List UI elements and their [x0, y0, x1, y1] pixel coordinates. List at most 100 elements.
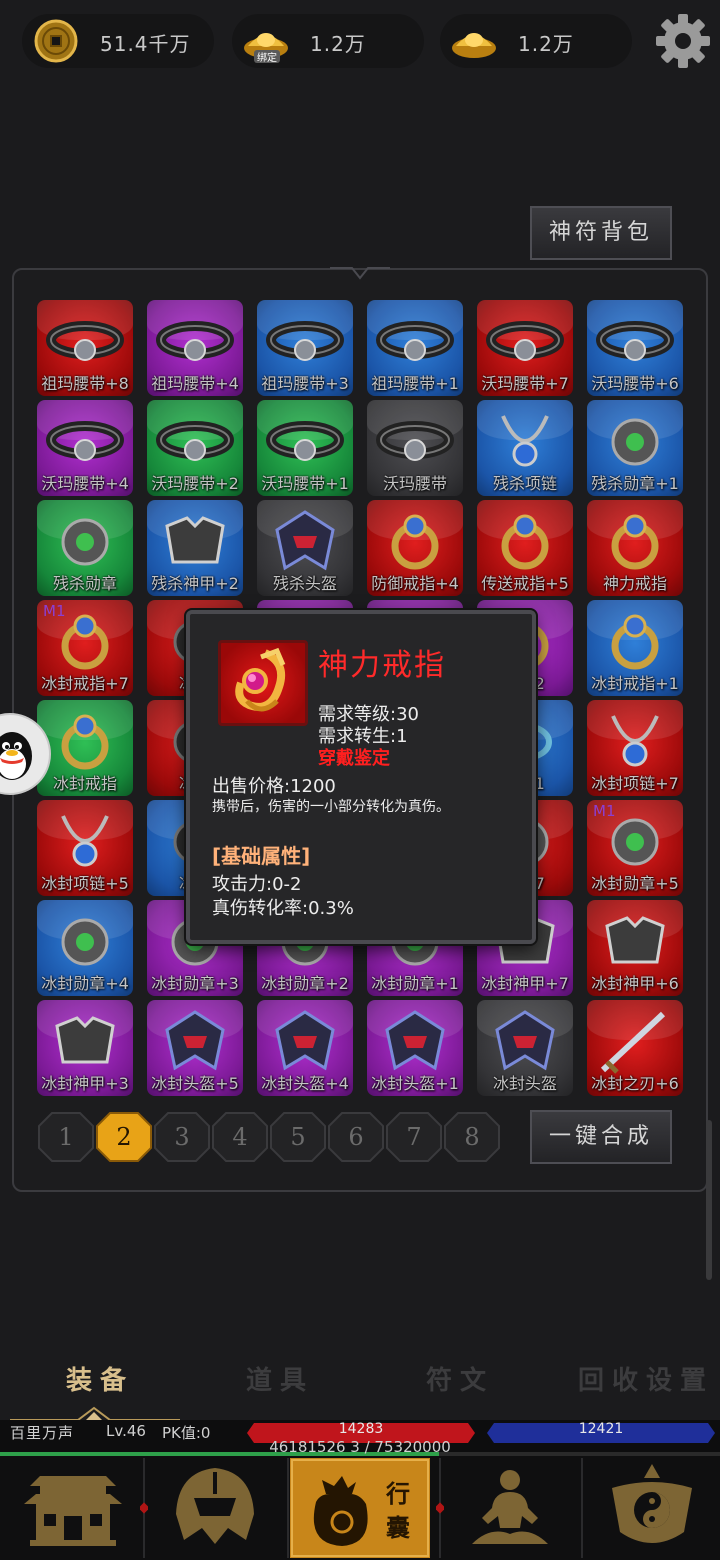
- nav-separator: [140, 1458, 148, 1558]
- nav-taiji[interactable]: [588, 1458, 716, 1558]
- one-click-merge-button[interactable]: 一键合成: [530, 1110, 672, 1164]
- equipment-icon: [486, 321, 564, 361]
- nav-city[interactable]: [10, 1458, 136, 1558]
- item-name: 沃玛腰带+7: [481, 374, 569, 393]
- equipment-icon: [61, 918, 109, 966]
- item-slot[interactable]: 残杀项链: [477, 400, 573, 496]
- item-slot[interactable]: 冰封神甲+6: [587, 900, 683, 996]
- tab-0[interactable]: 装备: [66, 1360, 134, 1397]
- bound-gold-ingot-icon: 绑定: [244, 33, 288, 64]
- equipment-icon: [376, 321, 454, 361]
- equipment-icon: [605, 916, 665, 964]
- item-slot[interactable]: 冰封头盔+4: [257, 1000, 353, 1096]
- item-slot[interactable]: 祖玛腰带+8: [37, 300, 133, 396]
- item-name: 冰封神甲+6: [591, 974, 679, 993]
- equipment-icon: [501, 514, 549, 570]
- page-button-4[interactable]: 4: [212, 1112, 268, 1162]
- item-slot[interactable]: 沃玛腰带+7: [477, 300, 573, 396]
- item-slot[interactable]: 传送戒指+5: [477, 500, 573, 596]
- item-name: 冰封头盔+5: [151, 1074, 239, 1093]
- page-number: 6: [348, 1123, 364, 1151]
- settings-gear-icon[interactable]: [652, 10, 714, 72]
- item-name: 冰封勋章+2: [261, 974, 349, 993]
- equipment-icon: [385, 1010, 445, 1071]
- item-name: 沃玛腰带+2: [151, 474, 239, 493]
- page-button-1[interactable]: 1: [38, 1112, 94, 1162]
- bound-gold-value: 1.2万: [310, 32, 366, 56]
- item-slot[interactable]: 冰封头盔+1: [367, 1000, 463, 1096]
- nav-bag[interactable]: 行 囊: [290, 1458, 430, 1558]
- item-name: 冰封勋章+5: [591, 874, 679, 893]
- qq-float-icon[interactable]: [0, 706, 52, 802]
- item-name: 神力戒指: [602, 574, 667, 593]
- equipment-icon: [596, 321, 674, 361]
- item-slot[interactable]: 沃玛腰带+2: [147, 400, 243, 496]
- item-slot[interactable]: 残杀神甲+2: [147, 500, 243, 596]
- item-name: 沃玛腰带+4: [41, 474, 129, 493]
- item-slot[interactable]: 祖玛腰带+1: [367, 300, 463, 396]
- nav-cultivation[interactable]: [446, 1458, 574, 1558]
- page-button-7[interactable]: 7: [386, 1112, 442, 1162]
- item-name: 冰封头盔+1: [371, 1074, 459, 1093]
- item-slot[interactable]: 残杀头盔: [257, 500, 353, 596]
- tooltip-price: 出售价格:1200: [212, 776, 336, 797]
- item-name: 冰封戒指+1: [591, 674, 679, 693]
- page-number: 5: [290, 1123, 306, 1151]
- tab-3[interactable]: 回收设置: [578, 1360, 714, 1397]
- item-slot[interactable]: 防御戒指+4: [367, 500, 463, 596]
- item-slot[interactable]: 冰封头盔: [477, 1000, 573, 1096]
- tooltip-attr-header: [基础属性]: [212, 844, 311, 868]
- item-slot[interactable]: 残杀勋章: [37, 500, 133, 596]
- bag-icon: 行 囊: [290, 1458, 430, 1558]
- item-name: 冰封勋章+3: [151, 974, 239, 993]
- item-mark-tag: M1: [593, 802, 616, 820]
- item-name: 冰封神甲+3: [41, 1074, 129, 1093]
- item-slot[interactable]: 残杀勋章+1: [587, 400, 683, 496]
- gold-currency: 1.2万: [440, 14, 632, 68]
- equipment-icon: [495, 1010, 555, 1071]
- item-slot[interactable]: 冰封项链+5: [37, 800, 133, 896]
- item-slot[interactable]: 冰封勋章+4: [37, 900, 133, 996]
- nav-character[interactable]: [150, 1458, 280, 1558]
- page-button-2[interactable]: 2: [96, 1112, 152, 1162]
- rune-bag-button[interactable]: 神符背包: [530, 206, 672, 260]
- item-slot[interactable]: 祖玛腰带+4: [147, 300, 243, 396]
- equipment-icon: [275, 1010, 335, 1071]
- page-button-5[interactable]: 5: [270, 1112, 326, 1162]
- bound-tag: 绑定: [257, 51, 277, 64]
- item-slot[interactable]: 沃玛腰带+4: [37, 400, 133, 496]
- item-slot[interactable]: 冰封项链+7: [587, 700, 683, 796]
- equipment-icon: [266, 421, 344, 461]
- page-button-3[interactable]: 3: [154, 1112, 210, 1162]
- tooltip-true-damage: 真伤转化率:0.3%: [212, 898, 354, 919]
- gold-value: 1.2万: [518, 32, 574, 56]
- item-slot[interactable]: 祖玛腰带+3: [257, 300, 353, 396]
- equipment-icon: [600, 1011, 666, 1074]
- item-name: 残杀勋章+1: [591, 474, 679, 493]
- nav-bag-label-1: 行: [385, 1479, 410, 1508]
- exp-value: 46181526 3 / 75320000: [269, 1438, 451, 1456]
- item-slot[interactable]: 神力戒指: [587, 500, 683, 596]
- item-slot[interactable]: 冰封神甲+3: [37, 1000, 133, 1096]
- page-button-8[interactable]: 8: [444, 1112, 500, 1162]
- item-slot[interactable]: M1 冰封勋章+5: [587, 800, 683, 896]
- equipment-icon: [61, 714, 109, 770]
- page-number: 2: [116, 1123, 132, 1151]
- item-slot[interactable]: M1 冰封戒指+7: [37, 600, 133, 696]
- scrollbar[interactable]: [706, 1120, 712, 1280]
- item-slot[interactable]: 冰封戒指+1: [587, 600, 683, 696]
- item-slot[interactable]: 沃玛腰带: [367, 400, 463, 496]
- item-slot[interactable]: 沃玛腰带+6: [587, 300, 683, 396]
- tab-2[interactable]: 符文: [426, 1360, 494, 1397]
- item-slot[interactable]: 冰封头盔+5: [147, 1000, 243, 1096]
- nav-separator: [581, 1458, 583, 1558]
- copper-currency: 51.4千万: [22, 14, 214, 68]
- equipment-icon: [46, 421, 124, 461]
- page-button-6[interactable]: 6: [328, 1112, 384, 1162]
- item-slot[interactable]: 沃玛腰带+1: [257, 400, 353, 496]
- item-tooltip: 神力戒指 需求等级:30 需求转生:1 穿戴鉴定 出售价格:1200 携带后，伤…: [186, 610, 536, 944]
- item-slot[interactable]: 冰封之刃+6: [587, 1000, 683, 1096]
- tab-1[interactable]: 道具: [246, 1360, 314, 1397]
- item-name: 祖玛腰带+8: [41, 374, 129, 393]
- hp-value: 14283: [338, 1421, 384, 1437]
